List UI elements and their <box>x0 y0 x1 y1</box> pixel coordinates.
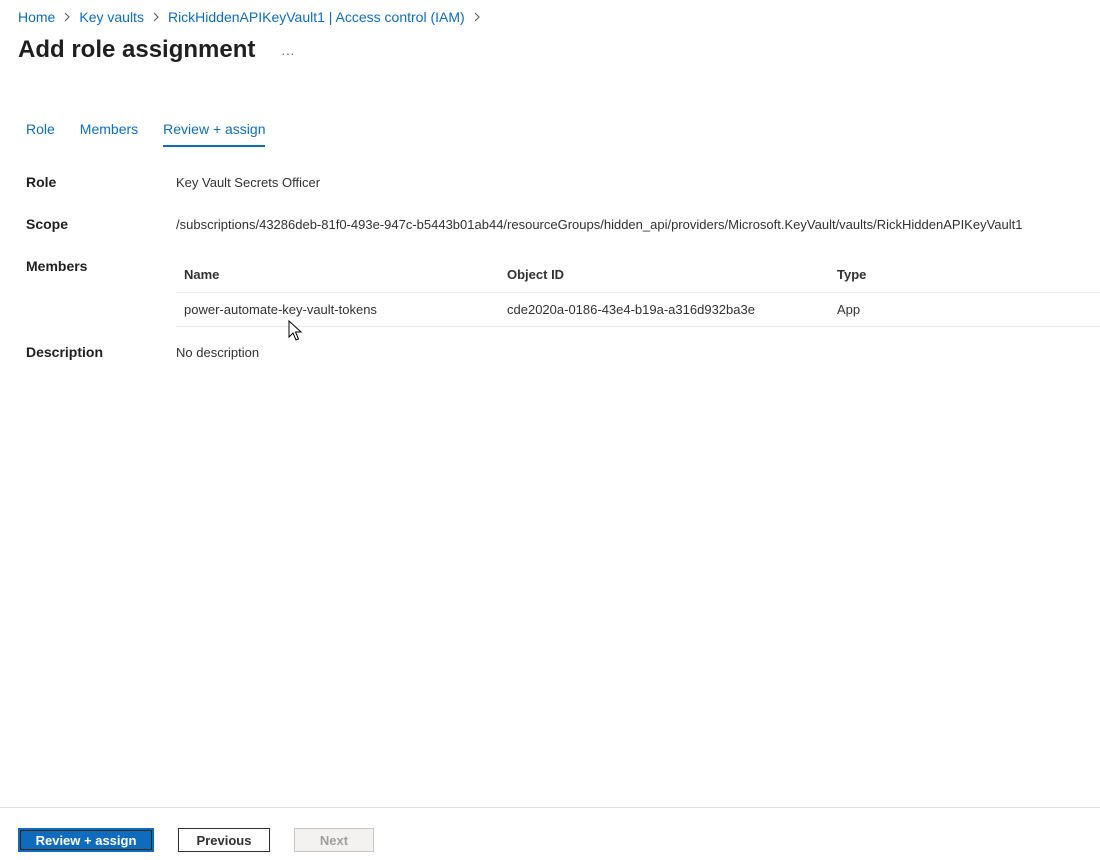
mouse-cursor-icon <box>288 320 302 341</box>
description-value: No description <box>176 345 260 360</box>
members-label: Members <box>26 258 88 274</box>
wizard-tabs: Role Members Review + assign <box>26 118 290 147</box>
page-title: Add role assignment <box>18 36 256 63</box>
scope-label: Scope <box>26 216 69 232</box>
chevron-right-icon <box>473 12 481 22</box>
column-header-type: Type <box>837 267 867 282</box>
description-label: Description <box>26 344 104 360</box>
breadcrumb: Home Key vaults RickHiddenAPIKeyVault1 |… <box>18 8 489 26</box>
member-name: power-automate-key-vault-tokens <box>184 302 377 317</box>
tab-members[interactable]: Members <box>80 118 138 147</box>
review-assign-button[interactable]: Review + assign <box>18 828 154 852</box>
footer-divider <box>0 807 1100 808</box>
chevron-right-icon <box>152 12 160 22</box>
next-button[interactable]: Next <box>294 828 374 852</box>
role-label: Role <box>26 174 57 190</box>
breadcrumb-key-vaults[interactable]: Key vaults <box>79 8 144 26</box>
add-role-assignment-page: Home Key vaults RickHiddenAPIKeyVault1 |… <box>0 0 1100 860</box>
tab-review-assign[interactable]: Review + assign <box>163 118 266 147</box>
column-header-object-id: Object ID <box>507 267 565 282</box>
scope-value: /subscriptions/43286deb-81f0-493e-947c-b… <box>176 217 1023 232</box>
table-row: power-automate-key-vault-tokens cde2020a… <box>176 293 1100 327</box>
role-value: Key Vault Secrets Officer <box>176 175 321 190</box>
chevron-right-icon <box>63 12 71 22</box>
breadcrumb-access-control[interactable]: RickHiddenAPIKeyVault1 | Access control … <box>168 8 465 26</box>
member-object-id: cde2020a-0186-43e4-b19a-a316d932ba3e <box>507 302 755 317</box>
breadcrumb-home[interactable]: Home <box>18 8 55 26</box>
tab-role[interactable]: Role <box>26 118 55 147</box>
member-type: App <box>837 302 861 317</box>
more-options-button[interactable]: ... <box>277 39 299 61</box>
members-table: Name Object ID Type power-automate-key-v… <box>176 257 1100 327</box>
title-row: Add role assignment ... <box>18 34 299 66</box>
previous-button[interactable]: Previous <box>178 828 270 852</box>
table-header-row: Name Object ID Type <box>176 257 1100 293</box>
column-header-name: Name <box>184 267 220 282</box>
